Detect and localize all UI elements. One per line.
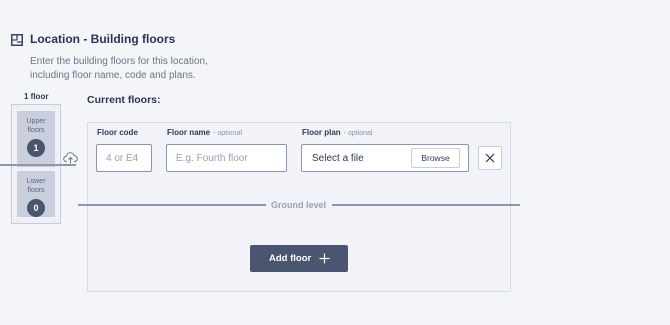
- lower-floors-count-badge: 0: [27, 199, 45, 217]
- cloud-upload-icon: [63, 152, 78, 164]
- building-floors-icon: [11, 34, 23, 46]
- floor-name-label: Floor name - optional: [167, 128, 242, 137]
- floor-code-label-text: Floor code: [97, 128, 138, 137]
- lower-floors-block[interactable]: Lower floors 0: [17, 171, 55, 217]
- floor-code-label: Floor code: [97, 128, 138, 137]
- plus-icon: [319, 253, 330, 264]
- page-description: Enter the building floors for this locat…: [30, 56, 208, 81]
- floor-connector-line: [0, 164, 76, 166]
- ground-level-label: Ground level: [271, 200, 327, 210]
- floor-plan-file-text: Select a file: [312, 153, 364, 164]
- floor-code-input[interactable]: [96, 144, 152, 172]
- ground-level-line-left: [78, 204, 266, 206]
- floor-plan-optional-hint: - optional: [343, 130, 373, 137]
- ground-level-line-right: [332, 204, 520, 206]
- remove-floor-button[interactable]: [478, 146, 502, 170]
- lower-floors-label: Lower floors: [26, 178, 46, 194]
- floor-count: 1 floor: [24, 92, 49, 101]
- floor-plan-file-input[interactable]: Select a file Browse: [301, 144, 469, 172]
- current-floors-title: Current floors:: [87, 94, 161, 106]
- upper-floors-count-badge: 1: [27, 139, 45, 157]
- floor-name-optional-hint: - optional: [213, 130, 242, 137]
- close-icon: [485, 153, 495, 163]
- floor-name-label-text: Floor name: [167, 128, 211, 137]
- floor-plan-label-text: Floor plan: [302, 128, 341, 137]
- floor-name-input[interactable]: [166, 144, 287, 172]
- add-floor-button[interactable]: Add floor: [250, 245, 348, 272]
- browse-button[interactable]: Browse: [411, 148, 460, 168]
- upper-floors-label: Upper floors: [26, 118, 46, 134]
- floor-plan-label: Floor plan - optional: [302, 128, 372, 137]
- upper-floors-block[interactable]: Upper floors 1: [17, 111, 55, 167]
- add-floor-label: Add floor: [269, 253, 312, 264]
- page-title: Location - Building floors: [30, 32, 176, 46]
